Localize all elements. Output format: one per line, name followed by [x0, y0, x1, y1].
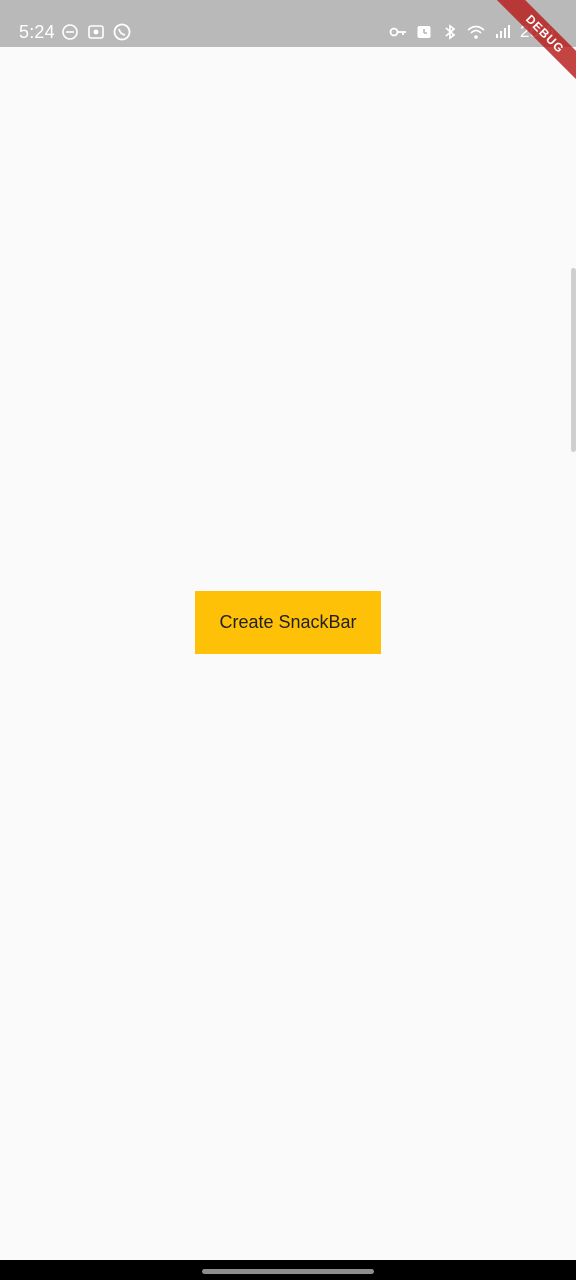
alarm-icon [414, 22, 434, 42]
scrollbar-thumb[interactable] [571, 268, 576, 452]
battery-level: 26% [519, 22, 554, 41]
key-icon [388, 22, 408, 42]
whatsapp-icon [112, 22, 132, 42]
home-gesture-handle[interactable] [202, 1269, 374, 1274]
status-right-icons: 26% [388, 22, 554, 42]
bluetooth-icon [440, 22, 460, 42]
create-snackbar-button[interactable]: Create SnackBar [195, 591, 381, 654]
signal-icon [492, 22, 512, 42]
status-bar: 5:24 26% [0, 0, 576, 47]
status-time: 5:24 [19, 22, 55, 42]
wifi-icon [466, 22, 486, 42]
screen-record-icon [86, 22, 106, 42]
minus-circle-icon [60, 22, 80, 42]
status-left-icons [60, 22, 132, 42]
app-screen: 5:24 26% DEBUG Create SnackBar [0, 0, 576, 1280]
navigation-bar [0, 1260, 576, 1280]
